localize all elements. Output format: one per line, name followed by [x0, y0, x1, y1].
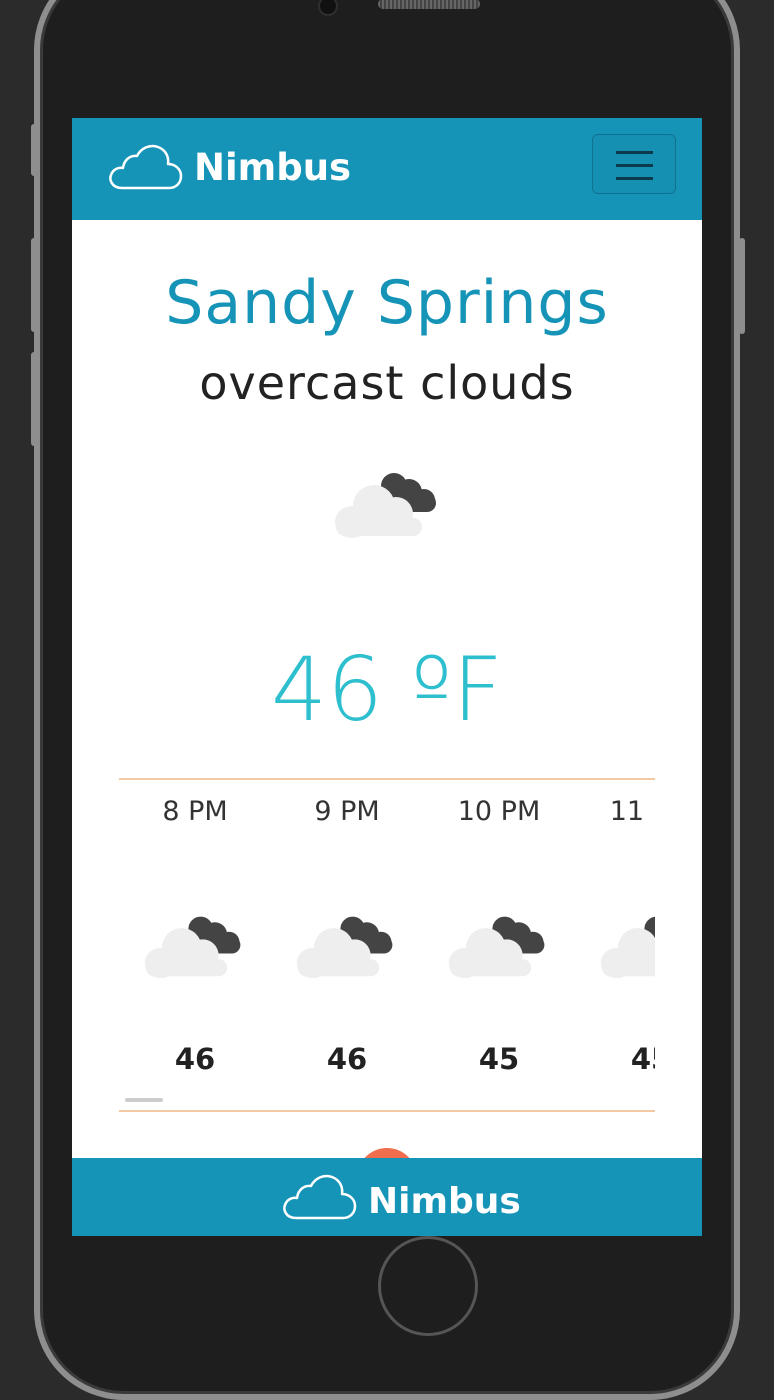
navbar-brand[interactable]: Nimbus	[108, 142, 351, 192]
overcast-clouds-icon	[293, 910, 401, 984]
mute-switch	[31, 124, 37, 176]
hour-time: 11 PM	[575, 796, 655, 827]
app-screen: Nimbus Sandy Springs overcast clouds 46 …	[72, 118, 702, 1236]
hour-temperature: 46	[271, 1042, 423, 1076]
hour-time: 10 PM	[423, 796, 575, 827]
overcast-clouds-icon	[597, 910, 655, 984]
home-button[interactable]	[378, 1236, 478, 1336]
overcast-clouds-icon	[141, 910, 249, 984]
current-temperature: 46 ºF	[72, 638, 702, 741]
overcast-clouds-icon	[332, 466, 444, 544]
volume-up-button	[31, 238, 37, 332]
speaker-grille	[378, 0, 480, 9]
menu-toggle-button[interactable]	[592, 134, 676, 194]
hourly-forecast-strip[interactable]: 8 PM 46 9 PM 46 10 PM 45 11 PM 45	[119, 778, 655, 1112]
front-camera	[318, 0, 338, 16]
cloud-outline-icon	[282, 1172, 358, 1231]
power-button	[739, 238, 745, 334]
overcast-clouds-icon	[445, 910, 553, 984]
footer-brand-label: Nimbus	[368, 1181, 521, 1222]
footer-brand[interactable]: Nimbus	[282, 1172, 521, 1231]
hour-time: 8 PM	[119, 796, 271, 827]
navbar: Nimbus	[72, 118, 702, 220]
hour-temperature: 45	[423, 1042, 575, 1076]
city-name: Sandy Springs	[72, 268, 702, 338]
volume-down-button	[31, 352, 37, 446]
cloud-outline-icon	[108, 142, 184, 192]
footer: Nimbus	[72, 1158, 702, 1236]
hour-temperature: 46	[119, 1042, 271, 1076]
weather-description: overcast clouds	[72, 356, 702, 410]
brand-label: Nimbus	[194, 146, 351, 189]
horizontal-scrollbar[interactable]	[125, 1098, 163, 1102]
hour-temperature: 45	[575, 1042, 655, 1076]
hour-time: 9 PM	[271, 796, 423, 827]
